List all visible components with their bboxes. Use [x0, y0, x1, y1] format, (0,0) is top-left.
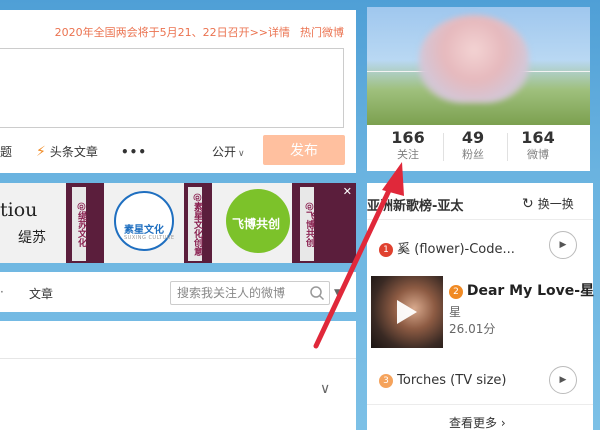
- announcement: 2020年全国两会将于5月21、22日召开>>详情 热门微博: [55, 24, 344, 40]
- stat-posts[interactable]: 164 微博: [507, 128, 569, 162]
- search-icon[interactable]: [309, 285, 325, 301]
- composer-toolbar: 题 ⚡ 头条文章 ••• 公开 ∨ 发布: [0, 135, 356, 165]
- publish-button[interactable]: 发布: [263, 135, 345, 165]
- visibility-dropdown[interactable]: 公开 ∨: [212, 141, 245, 165]
- hot-weibo-link[interactable]: 热门微博: [300, 26, 344, 39]
- stat-posts-count: 164: [521, 128, 555, 147]
- rank-badge: 1: [379, 243, 393, 257]
- chevron-down-icon: ∨: [238, 149, 245, 159]
- play-button[interactable]: ▶: [549, 366, 577, 394]
- refresh-label: 换一换: [537, 197, 574, 211]
- avatar[interactable]: [419, 15, 529, 103]
- song-item[interactable]: 2 Dear My Love-星: [449, 280, 594, 300]
- banner-strip-feibo: @飞博共创: [300, 187, 314, 261]
- post-composer: 2020年全国两会将于5月21、22日召开>>详情 热门微博 题 ⚡ 头条文章 ••…: [0, 10, 356, 173]
- topic-button[interactable]: 题: [0, 141, 12, 163]
- search-box: [170, 281, 330, 305]
- banner-tile-tiou[interactable]: tiou 缇苏: [0, 183, 66, 263]
- rank-badge: 2: [449, 285, 463, 299]
- song-title: Dear My Love-星: [466, 283, 595, 299]
- suxing-logo: 素星文化: [124, 225, 164, 236]
- music-chart-card: 亚洲新歌榜-亚太 ↻ 换一换 1 奚 (flower)-Code... ▶ 2 D…: [367, 183, 594, 430]
- refresh-icon: ↻: [522, 196, 534, 212]
- visibility-label: 公开: [212, 145, 237, 159]
- search-input[interactable]: [177, 284, 301, 302]
- rank-badge: 3: [379, 374, 393, 388]
- stat-following-count: 166: [391, 128, 425, 147]
- music-divider: [367, 404, 593, 405]
- play-icon: ▶: [559, 240, 567, 250]
- song-title: 奚 (flower)-Code...: [397, 242, 515, 257]
- play-icon: [397, 300, 417, 324]
- song-item[interactable]: 3 Torches (TV size): [379, 373, 507, 388]
- stat-followers-label: 粉丝: [462, 148, 484, 161]
- tiou-logo: tiou: [0, 199, 38, 221]
- tab-all[interactable]: ·: [0, 285, 4, 299]
- feibo-logo: 飞博共创: [232, 217, 281, 231]
- album-cover[interactable]: [371, 276, 443, 348]
- refresh-button[interactable]: ↻ 换一换: [522, 195, 574, 212]
- song-item[interactable]: 1 奚 (flower)-Code...: [379, 238, 515, 257]
- headline-article-button[interactable]: ⚡ 头条文章: [36, 141, 98, 163]
- chevron-down-icon[interactable]: ∨: [320, 381, 330, 397]
- tab-article[interactable]: 文章: [29, 285, 53, 302]
- play-button[interactable]: ▶: [549, 231, 577, 259]
- tiou-logo-cn: 缇苏: [18, 230, 46, 246]
- stat-following-label: 关注: [397, 148, 419, 161]
- feed-divider: [0, 358, 356, 359]
- profile-cover-image: [367, 7, 590, 125]
- more-tools-button[interactable]: •••: [121, 141, 147, 163]
- stat-posts-label: 微博: [527, 148, 549, 161]
- banner-strip-tiou: @缇苏文化: [72, 187, 86, 261]
- see-more-link[interactable]: 查看更多 ›: [449, 414, 506, 430]
- stat-followers[interactable]: 49 粉丝: [442, 128, 504, 162]
- music-chart-title[interactable]: 亚洲新歌榜-亚太: [367, 195, 463, 214]
- lightning-icon: ⚡: [36, 144, 46, 160]
- headline-article-label: 头条文章: [49, 145, 98, 159]
- play-icon: ▶: [559, 375, 567, 385]
- ad-banner[interactable]: tiou 缇苏 @缇苏文化 素星文化 SUXING CULTURE @素星文化创…: [0, 183, 356, 263]
- post-textarea[interactable]: [0, 48, 344, 128]
- close-icon[interactable]: ✕: [343, 185, 352, 198]
- profile-card: 166 关注 49 粉丝 164 微博: [367, 7, 590, 171]
- feed-list: ∨: [0, 321, 356, 430]
- feed-tab-bar: · 文章 ▼: [0, 272, 356, 312]
- stat-following[interactable]: 166 关注: [377, 128, 439, 162]
- announcement-link[interactable]: 2020年全国两会将于5月21、22日召开>>详情: [55, 26, 290, 39]
- music-divider: [367, 219, 593, 220]
- song-artist: 星: [449, 305, 462, 319]
- suxing-logo-sub: SUXING CULTURE: [124, 235, 175, 241]
- song-title: Torches (TV size): [397, 373, 507, 388]
- banner-strip-suxing: @素星文化创意: [188, 187, 202, 261]
- filter-dropdown-icon[interactable]: ▼: [334, 288, 341, 298]
- stat-followers-count: 49: [461, 128, 485, 147]
- song-score: 26.01分: [449, 322, 496, 336]
